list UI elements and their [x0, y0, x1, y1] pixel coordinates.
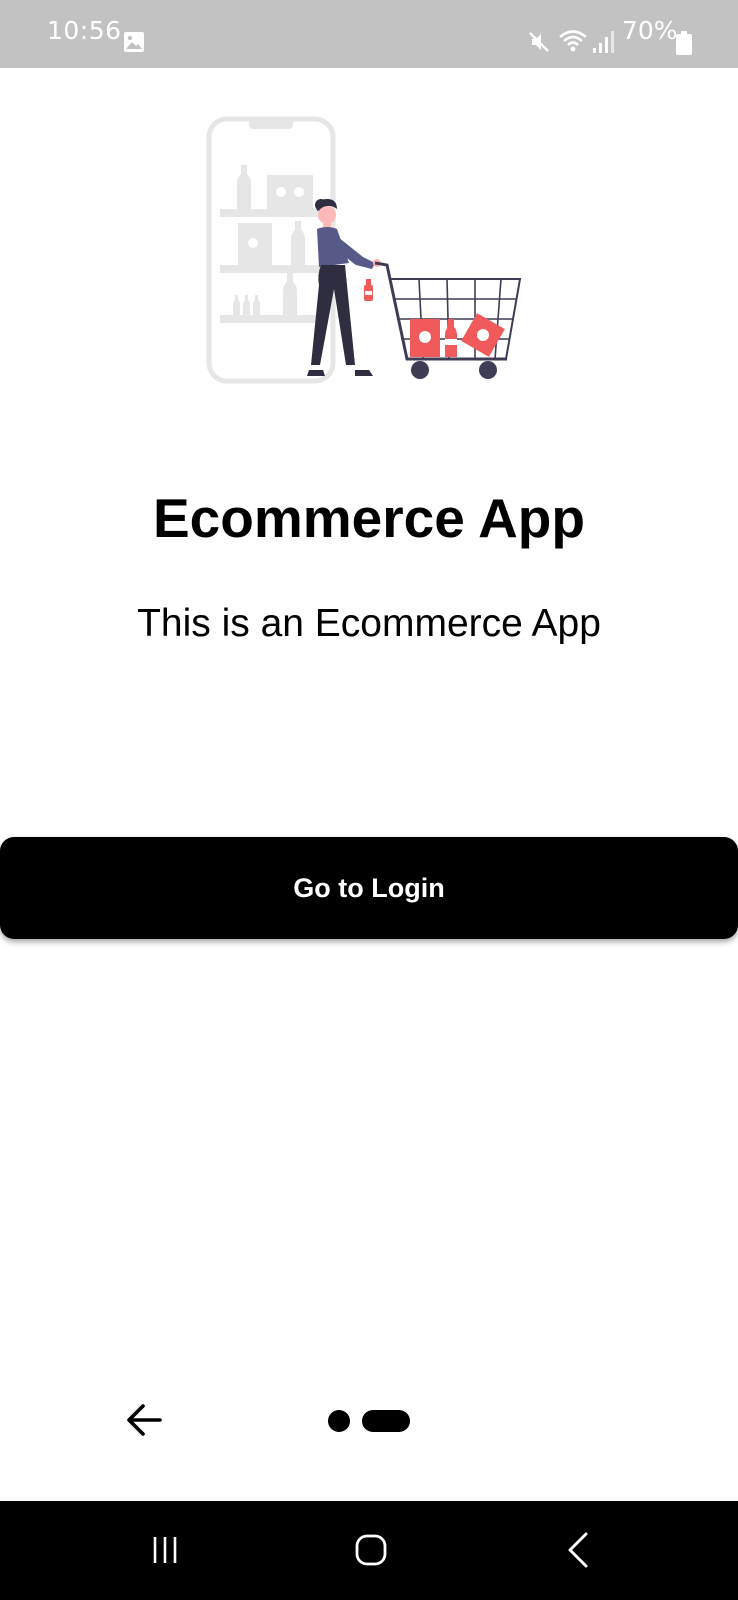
battery-icon — [676, 31, 692, 55]
signal-icon — [593, 31, 614, 53]
go-to-login-button[interactable]: Go to Login — [0, 837, 738, 939]
status-bar: 10:56 70% — [0, 0, 738, 68]
shopping-illustration — [206, 116, 522, 384]
page-dot[interactable] — [328, 1410, 350, 1432]
wifi-icon — [559, 30, 587, 52]
mute-icon — [529, 32, 549, 52]
page-title: Ecommerce App — [153, 487, 585, 549]
home-icon[interactable] — [354, 1533, 388, 1567]
back-icon[interactable] — [566, 1531, 590, 1569]
status-time: 10:56 — [47, 16, 122, 45]
page-dot-active[interactable] — [362, 1410, 410, 1432]
arrow-left-icon[interactable] — [124, 1400, 164, 1440]
gallery-icon — [124, 32, 144, 52]
battery-percent: 70% — [622, 16, 678, 45]
page-subtitle: This is an Ecommerce App — [137, 602, 601, 645]
page-indicator — [328, 1410, 412, 1432]
recents-icon[interactable] — [148, 1533, 182, 1567]
